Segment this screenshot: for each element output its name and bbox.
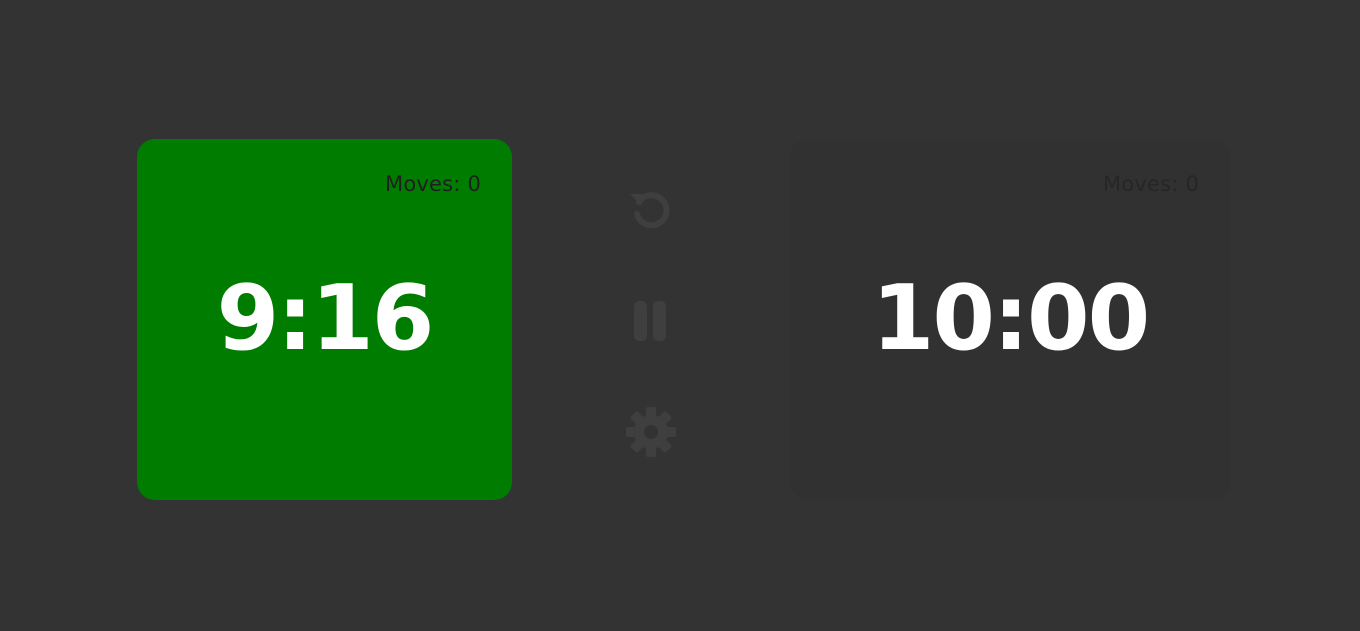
pause-button[interactable]: [620, 291, 682, 351]
moves-count: 0: [1185, 172, 1199, 196]
settings-button[interactable]: [620, 402, 682, 462]
reset-icon: [625, 184, 677, 236]
player-two-moves: Moves: 0: [1103, 172, 1199, 196]
moves-label: Moves:: [1103, 172, 1186, 196]
moves-count: 0: [467, 172, 481, 196]
player-one-time: 9:16: [216, 266, 435, 371]
player-one-clock[interactable]: Moves: 0 9:16: [137, 139, 512, 500]
chess-clock: Moves: 0 9:16 Moves: 0 10:00: [0, 0, 1360, 631]
player-one-moves: Moves: 0: [385, 172, 481, 196]
pause-icon: [631, 299, 671, 343]
gear-icon: [625, 406, 677, 458]
reset-button[interactable]: [620, 180, 682, 240]
player-two-clock[interactable]: Moves: 0 10:00: [790, 139, 1230, 500]
moves-label: Moves:: [385, 172, 468, 196]
player-two-time: 10:00: [871, 266, 1150, 371]
